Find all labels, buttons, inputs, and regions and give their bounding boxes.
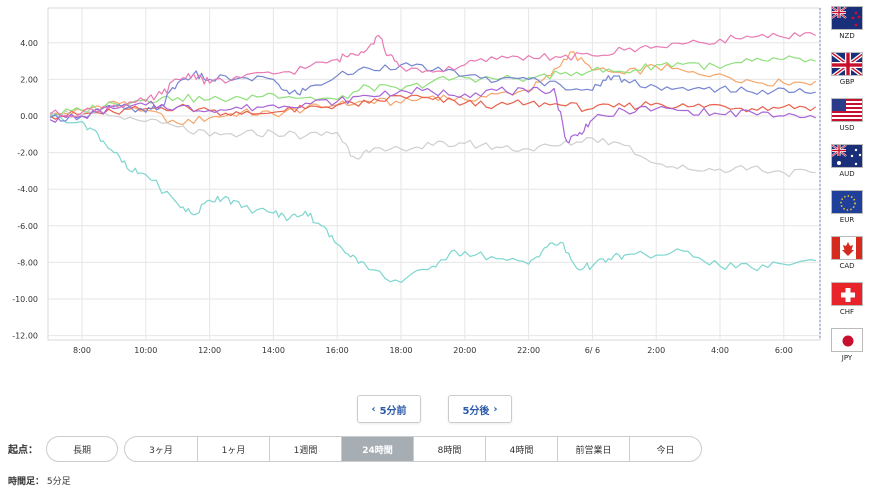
y-tick-label: -4.00: [17, 185, 38, 194]
flag-label: NZD: [839, 32, 855, 40]
y-tick-label: 0.00: [20, 112, 38, 121]
flag-item-usd[interactable]: USD: [828, 98, 866, 132]
next-5min-button[interactable]: 5分後 ›: [448, 395, 512, 423]
prev-5min-button[interactable]: ‹ 5分前: [357, 395, 421, 423]
flag-label: CHF: [839, 308, 855, 316]
period-4h[interactable]: 4時間: [485, 437, 557, 461]
x-tick-label: 4:00: [711, 346, 729, 355]
start-point-label: 起点：: [8, 445, 38, 456]
flag-item-eur[interactable]: EUR: [828, 190, 866, 224]
period-1w[interactable]: 1週間: [269, 437, 341, 461]
flag-label: CAD: [839, 262, 855, 270]
chevron-left-icon: ‹: [371, 403, 376, 415]
flag-item-nzd[interactable]: NZD: [828, 6, 866, 40]
next-5min-label: 5分後: [462, 405, 490, 417]
au-flag-icon: [831, 144, 863, 168]
x-tick-label: 2:00: [647, 346, 665, 355]
x-tick-label: 20:00: [453, 346, 476, 355]
x-tick-label: 18:00: [389, 346, 412, 355]
y-tick-label: -8.00: [17, 258, 38, 267]
y-tick-label: -6.00: [17, 222, 38, 231]
x-tick-label: 12:00: [198, 346, 221, 355]
flag-item-aud[interactable]: AUD: [828, 144, 866, 178]
flag-label: AUD: [839, 170, 855, 178]
flag-label: EUR: [839, 216, 855, 224]
ca-flag-icon: [831, 236, 863, 260]
x-tick-label: 6:00: [775, 346, 793, 355]
x-tick-label: 22:00: [517, 346, 540, 355]
uk-flag-icon: [831, 52, 863, 76]
flag-item-chf[interactable]: CHF: [828, 282, 866, 316]
period-3m[interactable]: 3ヶ月: [125, 437, 197, 461]
nz-flag-icon: [831, 6, 863, 30]
prev-5min-label: 5分前: [379, 405, 407, 417]
y-tick-label: -10.00: [12, 295, 38, 304]
period-8h[interactable]: 8時間: [413, 437, 485, 461]
y-tick-label: 2.00: [20, 75, 38, 84]
x-tick-label: 10:00: [134, 346, 157, 355]
chart-canvas: 4.00 2.00 0.00 -2.00 -4.00 -6.00 -8.00 -10.00 -1…: [12, 7, 821, 355]
ch-flag-icon: [831, 282, 863, 306]
period-24h[interactable]: 24時間: [341, 437, 413, 461]
timeframe-label: 時間足：: [8, 477, 45, 487]
flag-item-cad[interactable]: CAD: [828, 236, 866, 270]
x-tick-label: 6/ 6: [585, 346, 600, 355]
x-tick-label: 16:00: [326, 346, 349, 355]
timeframe-row: 時間足： 5分足: [8, 474, 71, 487]
us-flag-icon: [831, 98, 863, 122]
flag-item-jpy[interactable]: JPY: [828, 328, 866, 362]
chevron-right-icon: ›: [493, 403, 498, 415]
x-tick-label: 14:00: [262, 346, 285, 355]
timeframe-value: 5分足: [46, 477, 71, 487]
period-long-button[interactable]: 長期: [46, 436, 118, 462]
y-tick-label: -2.00: [17, 149, 38, 158]
currency-strength-chart: 4.00 2.00 0.00 -2.00 -4.00 -6.00 -8.00 -10.00 -1…: [0, 0, 872, 362]
flag-label: GBP: [839, 78, 855, 86]
period-today[interactable]: 今日: [629, 437, 701, 461]
y-tick-label: -12.00: [12, 332, 38, 341]
x-tick-label: 8:00: [73, 346, 91, 355]
flag-item-gbp[interactable]: GBP: [828, 52, 866, 86]
y-tick-label: 4.00: [20, 39, 38, 48]
period-prev-business-day[interactable]: 前営業日: [557, 437, 629, 461]
plot-area: [47, 7, 821, 341]
period-1m[interactable]: 1ヶ月: [197, 437, 269, 461]
flag-label: JPY: [841, 354, 853, 362]
jp-flag-icon: [831, 328, 863, 352]
period-selector: 3ヶ月 1ヶ月 1週間 24時間 8時間 4時間 前営業日 今日: [124, 436, 702, 462]
flag-label: USD: [839, 124, 855, 132]
eu-flag-icon: [831, 190, 863, 214]
